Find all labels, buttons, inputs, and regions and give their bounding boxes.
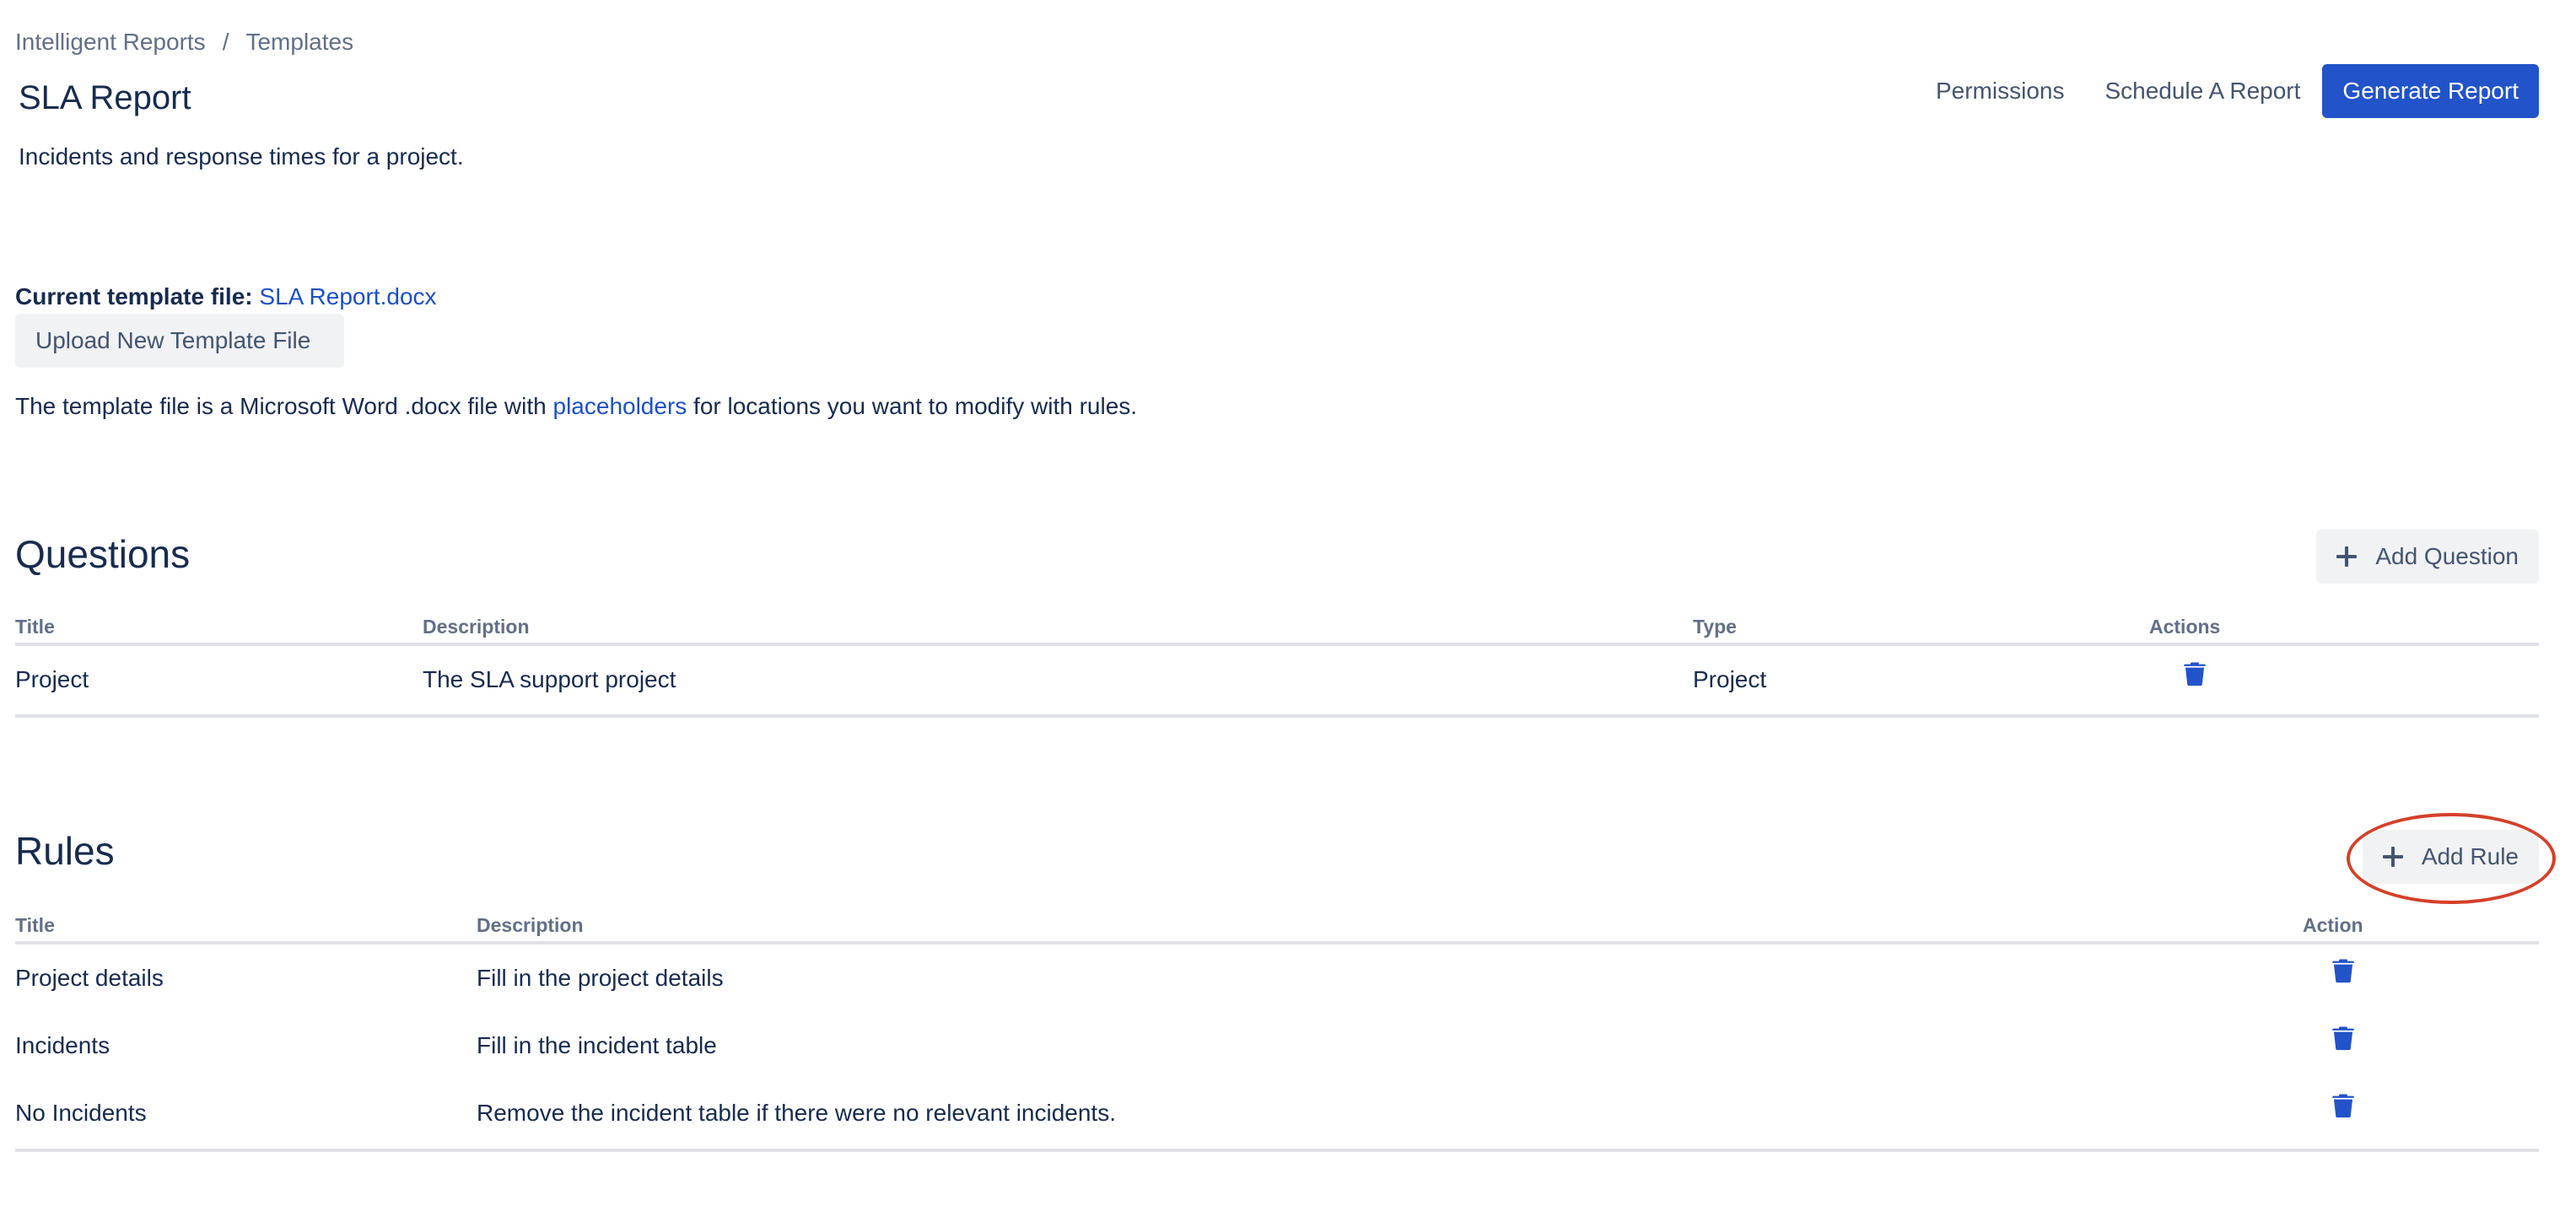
rule-description: Fill in the project details bbox=[477, 965, 724, 991]
trash-icon[interactable] bbox=[2329, 956, 2358, 985]
question-description: The SLA support project bbox=[423, 666, 676, 692]
questions-table: Title Description Type Actions Project T… bbox=[15, 616, 2539, 718]
table-row: Project The SLA support project Project bbox=[15, 646, 2539, 714]
questions-heading: Questions bbox=[15, 532, 191, 576]
rules-table-header: Title Description Action bbox=[15, 914, 2539, 945]
rule-title: No Incidents bbox=[15, 1100, 147, 1126]
column-header-actions: Actions bbox=[2149, 616, 2221, 638]
table-row: Incidents Fill in the incident table bbox=[15, 1012, 2539, 1079]
add-question-label: Add Question bbox=[2375, 543, 2519, 569]
page-actions: Permissions Schedule A Report Generate R… bbox=[1916, 64, 2539, 118]
trash-icon[interactable] bbox=[2329, 1024, 2358, 1052]
template-file-link[interactable]: SLA Report.docx bbox=[259, 283, 436, 309]
permissions-button[interactable]: Permissions bbox=[1916, 64, 2084, 118]
column-header-title: Title bbox=[15, 616, 55, 638]
template-help-text: The template file is a Microsoft Word .d… bbox=[15, 393, 1137, 420]
add-question-button[interactable]: Add Question bbox=[2316, 530, 2539, 584]
breadcrumb: Intelligent Reports / Templates bbox=[15, 29, 353, 56]
rule-title: Project details bbox=[15, 965, 164, 991]
question-type: Project bbox=[1693, 666, 1767, 692]
trash-icon[interactable] bbox=[2180, 659, 2209, 688]
upload-template-button[interactable]: Upload New Template File bbox=[15, 314, 344, 368]
trash-icon[interactable] bbox=[2329, 1091, 2358, 1120]
page-title: SLA Report bbox=[19, 79, 191, 116]
rules-heading: Rules bbox=[15, 829, 115, 873]
column-header-description: Description bbox=[423, 616, 530, 638]
current-template-label: Current template file: bbox=[15, 283, 253, 309]
question-title: Project bbox=[15, 666, 89, 692]
breadcrumb-templates[interactable]: Templates bbox=[245, 29, 353, 56]
column-header-title: Title bbox=[15, 914, 55, 936]
page-description: Incidents and response times for a proje… bbox=[19, 143, 464, 170]
add-rule-label: Add Rule bbox=[2421, 843, 2519, 869]
rule-title: Incidents bbox=[15, 1032, 110, 1058]
template-help-suffix: for locations you want to modify with ru… bbox=[687, 393, 1138, 419]
plus-icon bbox=[2382, 847, 2403, 867]
rules-table: Title Description Action Project details… bbox=[15, 914, 2539, 1152]
generate-report-button[interactable]: Generate Report bbox=[2322, 64, 2539, 118]
template-help-prefix: The template file is a Microsoft Word .d… bbox=[15, 393, 553, 419]
placeholders-link[interactable]: placeholders bbox=[553, 393, 687, 419]
questions-table-body: Project The SLA support project Project bbox=[15, 646, 2539, 718]
breadcrumb-separator: / bbox=[222, 29, 229, 55]
add-rule-button[interactable]: Add Rule bbox=[2362, 830, 2539, 884]
plus-icon bbox=[2336, 546, 2358, 567]
rule-description: Remove the incident table if there were … bbox=[477, 1100, 1116, 1126]
rule-description: Fill in the incident table bbox=[477, 1032, 717, 1058]
breadcrumb-intelligent-reports[interactable]: Intelligent Reports bbox=[15, 29, 206, 56]
current-template-file: Current template file: SLA Report.docx bbox=[15, 283, 437, 310]
table-row: Project details Fill in the project deta… bbox=[15, 945, 2539, 1012]
table-row: No Incidents Remove the incident table i… bbox=[15, 1079, 2539, 1149]
questions-table-header: Title Description Type Actions bbox=[15, 616, 2539, 646]
column-header-type: Type bbox=[1693, 616, 1737, 638]
rules-table-body: Project details Fill in the project deta… bbox=[15, 945, 2539, 1152]
column-header-description: Description bbox=[477, 914, 584, 936]
schedule-report-button[interactable]: Schedule A Report bbox=[2084, 64, 2320, 118]
column-header-action: Action bbox=[2303, 914, 2363, 936]
